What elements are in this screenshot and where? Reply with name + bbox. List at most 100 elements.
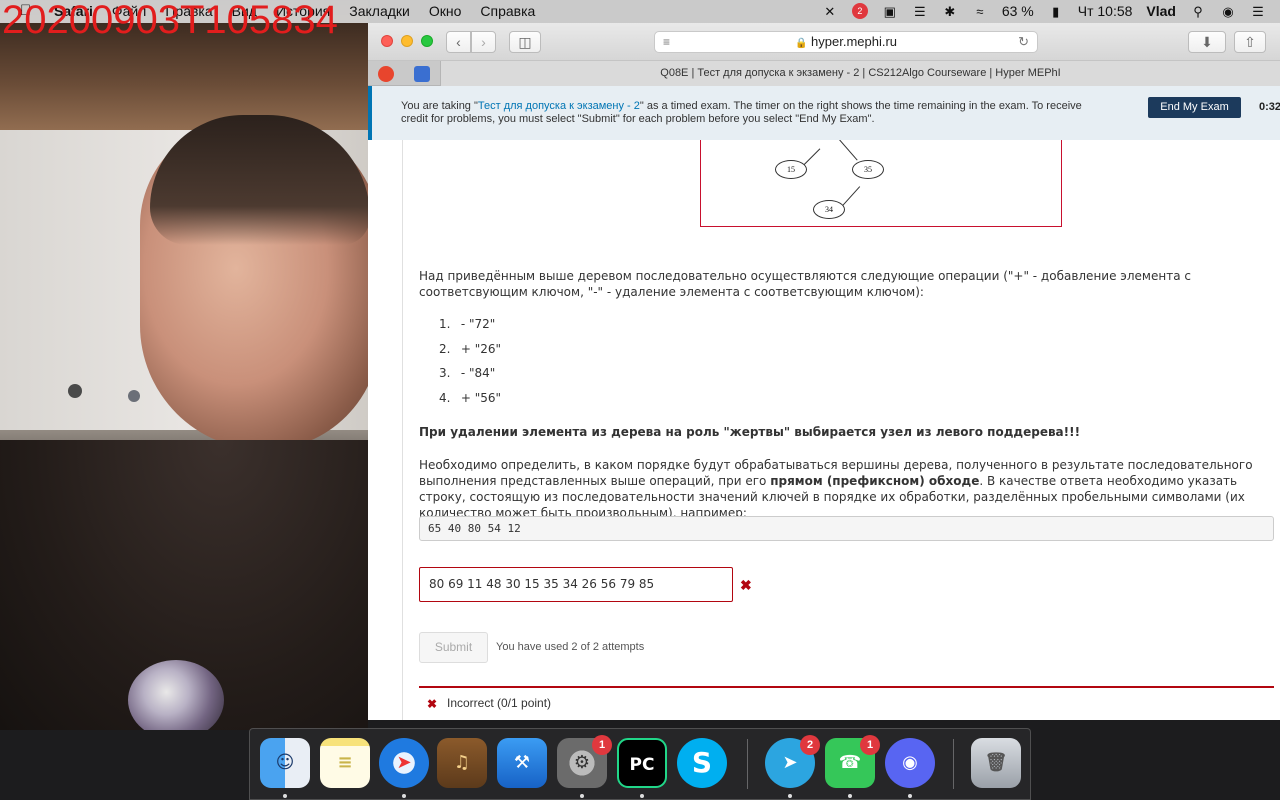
discord-icon[interactable]: ◉ xyxy=(885,738,935,788)
battery-percent[interactable]: 63 % xyxy=(1002,3,1034,19)
page-content: 15 35 34 Над приведённым выше деревом по… xyxy=(368,140,1280,720)
webcam-object xyxy=(68,384,82,398)
reader-icon[interactable]: ≡ xyxy=(663,32,670,52)
share-button[interactable]: ⇧ xyxy=(1234,31,1266,53)
list-number: 1. xyxy=(439,317,451,331)
list-item: 1. - "72" xyxy=(439,317,501,342)
notification-badge: 1 xyxy=(860,735,880,755)
attempts-text: You have used 2 of 2 attempts xyxy=(496,641,645,653)
webcam-feed xyxy=(0,0,368,730)
garageband-icon[interactable]: ♫ xyxy=(437,738,487,788)
list-number: 2. xyxy=(439,341,451,356)
list-item: 4. + "56" xyxy=(439,391,501,416)
webcam-object xyxy=(128,390,140,402)
siri-icon[interactable]: ◉ xyxy=(1220,4,1236,19)
running-indicator xyxy=(580,794,584,798)
address-bar[interactable]: ≡ 🔒 hyper.mephi.ru ↻ xyxy=(654,31,1038,53)
bluetooth-icon[interactable]: ✱ xyxy=(942,4,958,19)
menu-bookmarks[interactable]: Закладки xyxy=(349,3,410,19)
spotlight-icon[interactable]: ⚲ xyxy=(1190,4,1206,19)
tree-diagram: 15 35 34 xyxy=(700,140,1062,227)
incorrect-icon: ✖ xyxy=(740,577,752,593)
deletion-note: При удалении элемента из дерева на роль … xyxy=(419,425,1081,439)
end-exam-button[interactable]: End My Exam xyxy=(1148,97,1241,118)
operation-text: - "84" xyxy=(460,366,496,381)
trash-icon[interactable]: 🗑 xyxy=(971,738,1021,788)
menu-window[interactable]: Окно xyxy=(429,3,462,19)
webcam-glass-ball xyxy=(128,660,224,730)
problem-area: 15 35 34 Над приведённым выше деревом по… xyxy=(402,140,1276,720)
safari-window: ‹ › ◫ ≡ 🔒 hyper.mephi.ru ↻ ⬇ ⇧ Q08E | Те… xyxy=(368,23,1280,720)
timed-exam-banner: You are taking "Тест для допуска к экзам… xyxy=(368,86,1280,140)
list-number: 4. xyxy=(439,391,451,406)
fullscreen-window-button[interactable] xyxy=(421,35,433,47)
running-indicator xyxy=(848,794,852,798)
status-menus: ✕ 2 ▣ ☰ ✱ ≈ 63 % ▮ Чт 10:58 Vlad ⚲ ◉ ☰ xyxy=(822,3,1266,19)
xcode-icon[interactable]: ⚒ xyxy=(497,738,547,788)
pinned-site-icon[interactable] xyxy=(378,66,394,82)
problem-intro: Над приведённым выше деревом последовате… xyxy=(419,269,1191,299)
list-number: 3. xyxy=(439,366,451,381)
notification-badge: 1 xyxy=(592,735,612,755)
dock-separator xyxy=(747,739,748,789)
menu-help[interactable]: Справка xyxy=(480,3,535,19)
dock: ☺ ≡ ➤ ♫ ⚒ ⚙ 1 PC S ➤ 2 ☎ 1 ◉ 🗑 xyxy=(249,728,1031,800)
finder-icon[interactable]: ☺ xyxy=(260,738,310,788)
downloads-button[interactable]: ⬇ xyxy=(1188,31,1226,53)
back-button[interactable]: ‹ xyxy=(446,31,471,53)
chevron-left-icon: ‹ xyxy=(456,34,461,50)
flag-icon[interactable]: ☰ xyxy=(912,4,928,19)
sidebar-icon: ◫ xyxy=(518,34,532,50)
notes-icon[interactable]: ≡ xyxy=(320,738,370,788)
answer-input[interactable]: 80 69 11 48 30 15 35 34 26 56 79 85 xyxy=(419,567,733,602)
browser-toolbar: ‹ › ◫ ≡ 🔒 hyper.mephi.ru ↻ ⬇ ⇧ xyxy=(368,23,1280,61)
notification-badge-icon[interactable]: 2 xyxy=(851,3,868,19)
tree-node: 35 xyxy=(852,160,884,179)
running-indicator xyxy=(283,794,287,798)
operation-text: - "72" xyxy=(460,317,496,331)
exam-timer: 0:32: xyxy=(1259,101,1280,113)
control-center-icon[interactable]: ☰ xyxy=(1250,4,1266,19)
tree-edge xyxy=(835,140,858,161)
pen-icon[interactable]: ✕ xyxy=(822,4,838,19)
user-name[interactable]: Vlad xyxy=(1146,3,1176,19)
notification-badge: 2 xyxy=(800,735,820,755)
minimize-window-button[interactable] xyxy=(401,35,413,47)
running-indicator xyxy=(640,794,644,798)
dock-separator xyxy=(953,739,954,789)
list-item: 3. - "84" xyxy=(439,366,501,391)
exam-banner-text: You are taking "Тест для допуска к экзам… xyxy=(401,100,1091,125)
task-text-bold: прямом (префиксном) обходе xyxy=(770,474,980,488)
clock[interactable]: Чт 10:58 xyxy=(1078,3,1133,19)
pycharm-icon[interactable]: PC xyxy=(617,738,667,788)
message-icon[interactable]: ▣ xyxy=(882,4,898,19)
skype-icon[interactable]: S xyxy=(677,738,727,788)
close-window-button[interactable] xyxy=(381,35,393,47)
submit-button[interactable]: Submit xyxy=(419,632,488,663)
wifi-icon[interactable]: ≈ xyxy=(972,4,988,19)
incorrect-result-icon: ✖ xyxy=(427,697,438,711)
battery-icon[interactable]: ▮ xyxy=(1048,4,1064,19)
reload-icon[interactable]: ↻ xyxy=(1018,32,1029,52)
exam-link[interactable]: Тест для допуска к экзамену - 2 xyxy=(478,100,640,112)
forward-button[interactable]: › xyxy=(471,31,496,53)
tree-node: 15 xyxy=(775,160,807,179)
share-icon: ⇧ xyxy=(1244,34,1256,50)
task-description: Необходимо определить, в каком порядке б… xyxy=(419,457,1264,521)
pinned-chat-icon[interactable] xyxy=(414,66,430,82)
running-indicator xyxy=(788,794,792,798)
url-text: hyper.mephi.ru xyxy=(811,34,898,49)
result-notification: ✖ Incorrect (0/1 point) xyxy=(419,686,1274,720)
operation-text: + "56" xyxy=(460,391,502,406)
chevron-right-icon: › xyxy=(481,34,486,50)
tab-bar: Q08E | Тест для допуска к экзамену - 2 |… xyxy=(368,61,1280,86)
download-icon: ⬇ xyxy=(1201,34,1213,50)
active-tab[interactable]: Q08E | Тест для допуска к экзамену - 2 |… xyxy=(440,61,1280,86)
sidebar-button[interactable]: ◫ xyxy=(509,31,541,53)
lock-icon: 🔒 xyxy=(794,38,808,49)
safari-icon[interactable]: ➤ xyxy=(379,738,429,788)
recording-timestamp: 20200903T105834 xyxy=(2,0,338,42)
running-indicator xyxy=(908,794,912,798)
exam-banner-text-start: You are taking " xyxy=(401,100,478,112)
tree-node: 34 xyxy=(813,200,845,219)
